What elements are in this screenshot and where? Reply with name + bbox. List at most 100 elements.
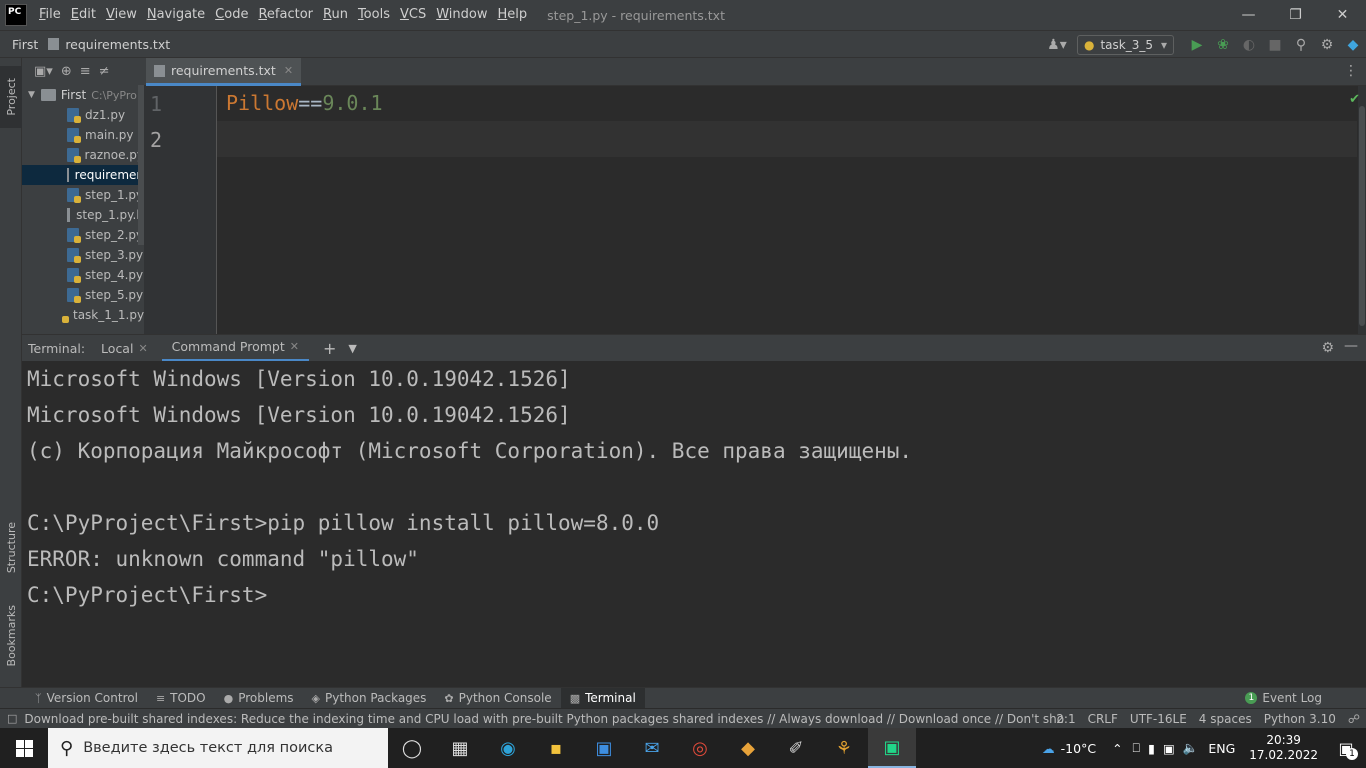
usb-icon[interactable]: ⎕ — [1133, 740, 1141, 756]
tab-requirements[interactable]: requirements.txt ✕ — [146, 58, 302, 86]
menu-item[interactable]: Help — [493, 0, 533, 30]
pycharm-icon[interactable]: ▣ — [868, 728, 916, 768]
expand-all-icon[interactable]: ≡ — [80, 64, 91, 79]
menu-item[interactable]: File — [34, 0, 66, 30]
indent-setting[interactable]: 4 spaces — [1193, 712, 1258, 726]
menu-item[interactable]: Refactor — [253, 0, 318, 30]
menu-item[interactable]: Run — [318, 0, 353, 30]
tab-event-log[interactable]: 1 Event Log — [1236, 688, 1331, 709]
volume-icon[interactable]: 🔈 — [1183, 740, 1199, 756]
search-icon[interactable]: ⚲ — [1288, 32, 1314, 58]
code-line[interactable]: Pillow==9.0.1 — [226, 91, 383, 115]
chrome-icon[interactable]: ◎ — [676, 728, 724, 768]
tree-root[interactable]: ▼ First C:\PyPro — [22, 85, 144, 105]
terminal-output[interactable]: Microsoft Windows [Version 10.0.19042.15… — [22, 361, 1366, 687]
close-icon[interactable]: ✕ — [1319, 0, 1366, 30]
tab-command-prompt[interactable]: Command Prompt ✕ — [161, 335, 309, 362]
add-icon[interactable]: + — [317, 335, 342, 362]
close-tab-icon[interactable]: ✕ — [284, 64, 293, 77]
run-icon[interactable]: ▶ — [1184, 32, 1210, 58]
edge-icon[interactable]: ◉ — [484, 728, 532, 768]
bookmarks-tool-tab[interactable]: Bookmarks — [0, 598, 22, 673]
tab-problems[interactable]: ● Problems — [215, 688, 303, 709]
paint-icon[interactable]: ✐ — [772, 728, 820, 768]
lock-icon[interactable]: ☍ — [1342, 712, 1366, 726]
check-icon[interactable]: ✔ — [1349, 92, 1360, 107]
paint-3d-icon[interactable]: ◆ — [724, 728, 772, 768]
file-explorer-icon[interactable]: ▪ — [532, 728, 580, 768]
python-interpreter[interactable]: Python 3.10 — [1258, 712, 1342, 726]
menu-item[interactable]: Tools — [353, 0, 395, 30]
editor-scroll-thumb[interactable] — [1359, 106, 1365, 326]
menu-item[interactable]: Window — [431, 0, 492, 30]
tree-file-item[interactable]: step_2.py — [22, 225, 144, 245]
notifications-button[interactable]: ▣ 1 — [1326, 728, 1366, 768]
clock[interactable]: 20:39 17.02.2022 — [1241, 733, 1326, 763]
taskbar-search[interactable]: ⚲ Введите здесь текст для поиска — [48, 728, 388, 768]
status-message[interactable]: Download pre-built shared indexes: Reduc… — [24, 712, 1064, 726]
caret-position[interactable]: 2:1 — [1050, 712, 1081, 726]
battery-icon[interactable]: ▮ — [1148, 741, 1155, 756]
tree-file-item[interactable]: step_3.py — [22, 245, 144, 265]
collapse-all-icon[interactable]: ≠ — [99, 64, 110, 79]
line-separator[interactable]: CRLF — [1082, 712, 1124, 726]
tree-file-item[interactable]: step_4.py — [22, 265, 144, 285]
tree-file-item[interactable]: raznoe.py — [22, 145, 144, 165]
start-button[interactable] — [0, 728, 48, 768]
store-icon[interactable]: ▣ — [580, 728, 628, 768]
weather-icon[interactable]: ☁ — [1042, 741, 1055, 756]
hide-icon[interactable]: — — [1344, 338, 1358, 354]
chevron-down-icon[interactable]: ▼ — [28, 90, 35, 100]
view-mode-icon[interactable]: ▣▾ — [34, 64, 53, 79]
editor-scrollbar[interactable] — [1358, 86, 1366, 334]
mail-icon[interactable]: ✉ — [628, 728, 676, 768]
jetbrains-toolbox-icon[interactable]: ◆ — [1340, 32, 1366, 58]
tree-file-item[interactable]: dz1.py — [22, 105, 144, 125]
tree-file-item[interactable]: step_1.py.b — [22, 205, 144, 225]
locate-icon[interactable]: ⊕ — [61, 64, 72, 79]
debug-icon[interactable]: ❀ — [1210, 32, 1236, 58]
stop-icon[interactable]: ■ — [1262, 32, 1288, 58]
chevron-down-icon[interactable]: ▼ — [342, 335, 362, 362]
file-encoding[interactable]: UTF-16LE — [1124, 712, 1193, 726]
close-tab-icon[interactable]: ✕ — [290, 340, 299, 353]
minimize-icon[interactable]: — — [1225, 0, 1272, 30]
input-language[interactable]: ENG — [1208, 741, 1235, 756]
tree-file-item[interactable]: requiremen — [22, 165, 144, 185]
menu-item[interactable]: Navigate — [142, 0, 210, 30]
menu-item[interactable]: VCS — [395, 0, 431, 30]
breadcrumb-file[interactable]: requirements.txt — [48, 37, 170, 52]
project-tool-tab[interactable]: Project — [0, 66, 22, 128]
tree-file-item[interactable]: step_5.py — [22, 285, 144, 305]
coverage-icon[interactable]: ◐ — [1236, 32, 1262, 58]
gear-icon[interactable]: ⚙ — [1314, 32, 1340, 58]
run-configuration-select[interactable]: ● task_3_5 ▾ — [1076, 34, 1174, 55]
menu-item[interactable]: View — [101, 0, 142, 30]
tab-python-packages[interactable]: ◈ Python Packages — [303, 688, 436, 709]
code-editor[interactable]: 1 2 Pillow==9.0.1 ✔ — [144, 86, 1366, 334]
tab-version-control[interactable]: ᛉ Version Control — [26, 688, 147, 709]
pycharm-logo-icon[interactable]: PC — [5, 4, 27, 26]
breadcrumb-project[interactable]: First — [12, 37, 38, 52]
close-tab-icon[interactable]: ✕ — [138, 342, 147, 355]
tree-file-item[interactable]: step_1.py — [22, 185, 144, 205]
gear-icon[interactable]: ⚙ — [1321, 340, 1334, 356]
game-icon[interactable]: ⚘ — [820, 728, 868, 768]
network-icon[interactable]: ▣ — [1163, 741, 1175, 756]
toggle-tool-windows-icon[interactable]: □ — [7, 712, 17, 725]
more-icon[interactable]: ⋮ — [1344, 63, 1358, 79]
structure-tool-tab[interactable]: Structure — [0, 513, 22, 583]
restore-icon[interactable]: ❐ — [1272, 0, 1319, 30]
weather-temp[interactable]: -10°C — [1061, 741, 1096, 756]
tab-python-console[interactable]: ✿ Python Console — [435, 688, 560, 709]
cortana-icon[interactable]: ◯ — [388, 728, 436, 768]
tab-todo[interactable]: ≡ TODO — [147, 688, 215, 709]
task-view-icon[interactable]: ▦ — [436, 728, 484, 768]
tab-local[interactable]: Local ✕ — [95, 335, 154, 362]
menu-item[interactable]: Edit — [66, 0, 101, 30]
tab-terminal[interactable]: ▩ Terminal — [560, 687, 645, 709]
show-hidden-icons-icon[interactable]: ⌃ — [1112, 741, 1122, 756]
tree-file-item[interactable]: task_1_1.py — [22, 305, 144, 325]
tree-file-item[interactable]: main.py — [22, 125, 144, 145]
menu-item[interactable]: Code — [210, 0, 253, 30]
